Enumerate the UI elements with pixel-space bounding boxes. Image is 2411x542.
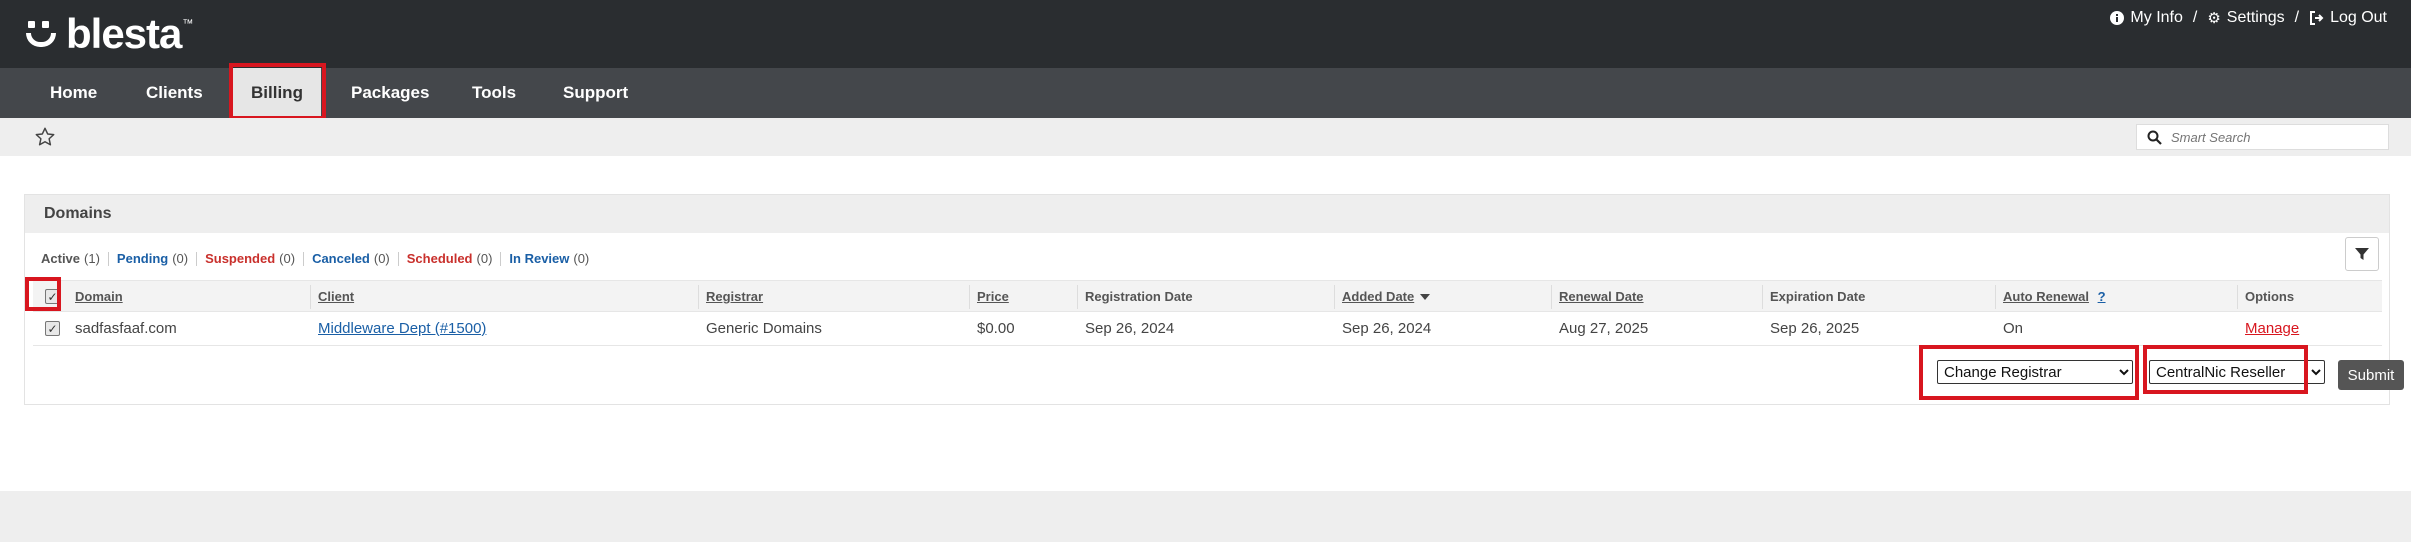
logout-icon xyxy=(2310,11,2324,25)
tab-scheduled[interactable]: Scheduled (0) xyxy=(397,251,501,266)
expiration-date-cell: Sep 26, 2025 xyxy=(1770,320,1860,337)
link-separator: / xyxy=(2294,9,2300,26)
my-info-label: My Info xyxy=(2130,9,2183,26)
domain-cell: sadfasfaaf.com xyxy=(75,320,177,337)
highlight-action-select xyxy=(1919,345,2139,400)
info-circle-icon xyxy=(2110,11,2125,25)
col-auto-renewal[interactable]: Auto Renewal ? xyxy=(1995,281,2106,313)
col-price-label: Price xyxy=(977,289,1009,304)
tab-count: (0) xyxy=(279,251,296,266)
settings-link[interactable]: ⚙ Settings xyxy=(2207,9,2284,27)
gear-icon: ⚙ xyxy=(2207,10,2221,27)
col-client-label: Client xyxy=(318,289,355,304)
nav-tools[interactable]: Tools xyxy=(472,68,516,118)
client-link[interactable]: Middleware Dept (#1500) xyxy=(318,312,486,346)
filter-icon xyxy=(2355,248,2369,260)
tab-label: Scheduled xyxy=(406,251,473,266)
registrar-cell: Generic Domains xyxy=(706,320,822,337)
log-out-label: Log Out xyxy=(2330,9,2387,26)
main-nav: Home Clients Billing Packages Tools Supp… xyxy=(0,68,2411,118)
nav-home[interactable]: Home xyxy=(50,68,97,118)
col-added-date-label: Added Date xyxy=(1342,289,1415,304)
status-tabs: Active (1) Pending (0) Suspended (0) Can… xyxy=(41,252,597,266)
tab-suspended[interactable]: Suspended (0) xyxy=(196,252,303,266)
tab-active[interactable]: Active (1) xyxy=(41,252,108,266)
col-added-date[interactable]: Added Date xyxy=(1334,281,1431,313)
col-price[interactable]: Price xyxy=(969,281,1009,313)
col-registrar-label: Registrar xyxy=(706,289,764,304)
nav-packages[interactable]: Packages xyxy=(351,68,429,118)
tab-in-review[interactable]: In Review (0) xyxy=(500,252,597,266)
nav-support[interactable]: Support xyxy=(563,68,628,118)
tab-label: Active xyxy=(41,251,81,266)
col-registrar[interactable]: Registrar xyxy=(698,281,764,313)
price-cell: $0.00 xyxy=(977,320,1015,337)
tab-label: Pending xyxy=(116,251,169,266)
star-icon[interactable] xyxy=(34,126,56,148)
col-auto-renewal-label: Auto Renewal xyxy=(2003,289,2089,304)
col-registration-date-label: Registration Date xyxy=(1085,289,1193,304)
blesta-logo[interactable]: blesta ™ xyxy=(24,10,194,57)
added-date-cell: Sep 26, 2024 xyxy=(1342,320,1432,337)
tab-label: In Review xyxy=(509,251,570,266)
footer xyxy=(0,491,2411,542)
col-options-label: Options xyxy=(2245,289,2295,304)
smart-search xyxy=(2136,124,2389,150)
col-renewal-date-label: Renewal Date xyxy=(1559,289,1644,304)
highlight-billing xyxy=(229,63,326,120)
search-icon[interactable] xyxy=(2137,125,2171,149)
col-registration-date: Registration Date xyxy=(1077,281,1193,313)
my-info-link[interactable]: My Info xyxy=(2110,9,2183,27)
submit-button[interactable]: Submit xyxy=(2338,360,2404,390)
manage-link[interactable]: Manage xyxy=(2245,312,2299,346)
tab-label: Canceled xyxy=(312,251,370,266)
col-expiration-date: Expiration Date xyxy=(1762,281,1866,313)
tab-count: (0) xyxy=(476,251,493,266)
renewal-date-cell: Aug 27, 2025 xyxy=(1559,320,1649,337)
settings-label: Settings xyxy=(2226,9,2285,26)
filter-button[interactable] xyxy=(2345,237,2379,271)
sub-bar xyxy=(0,118,2411,156)
row-checkbox[interactable]: ✓ xyxy=(45,321,60,336)
highlight-registrar-select xyxy=(2143,345,2308,394)
smart-search-input[interactable] xyxy=(2171,129,2371,145)
top-header: blesta ™ My Info / ⚙ Settings / Log Out xyxy=(0,0,2411,68)
tab-count: (0) xyxy=(573,251,590,266)
auto-renewal-cell: On xyxy=(2003,320,2024,337)
log-out-link[interactable]: Log Out xyxy=(2309,9,2387,27)
panel-header: Domains xyxy=(25,195,2389,233)
tab-canceled[interactable]: Canceled (0) xyxy=(303,252,398,266)
table-row: ✓ sadfasfaaf.com Middleware Dept (#1500)… xyxy=(33,312,2382,346)
account-links: My Info / ⚙ Settings / Log Out xyxy=(2110,9,2387,27)
tab-count: (1) xyxy=(84,251,100,266)
auto-renewal-help-icon[interactable]: ? xyxy=(2098,289,2106,304)
tab-pending[interactable]: Pending (0) xyxy=(107,251,196,266)
col-client[interactable]: Client xyxy=(310,281,355,313)
highlight-select-all xyxy=(25,277,61,311)
col-options: Options xyxy=(2237,281,2295,313)
col-renewal-date[interactable]: Renewal Date xyxy=(1551,281,1644,313)
nav-clients[interactable]: Clients xyxy=(146,68,203,118)
col-expiration-date-label: Expiration Date xyxy=(1770,289,1866,304)
tab-count: (0) xyxy=(172,251,189,266)
table-header: ✓ Domain Client Registrar Price Registra… xyxy=(33,280,2382,312)
link-separator: / xyxy=(2192,9,2198,26)
registration-date-cell: Sep 26, 2024 xyxy=(1085,320,1175,337)
panel-title: Domains xyxy=(44,205,112,222)
tab-count: (0) xyxy=(373,251,390,266)
blesta-logo-mark-icon xyxy=(24,17,62,51)
logo-trademark: ™ xyxy=(182,18,194,30)
sort-desc-icon xyxy=(1420,294,1431,300)
col-domain[interactable]: Domain xyxy=(75,281,123,313)
tab-label: Suspended xyxy=(205,251,276,266)
logo-text: blesta xyxy=(66,10,182,57)
